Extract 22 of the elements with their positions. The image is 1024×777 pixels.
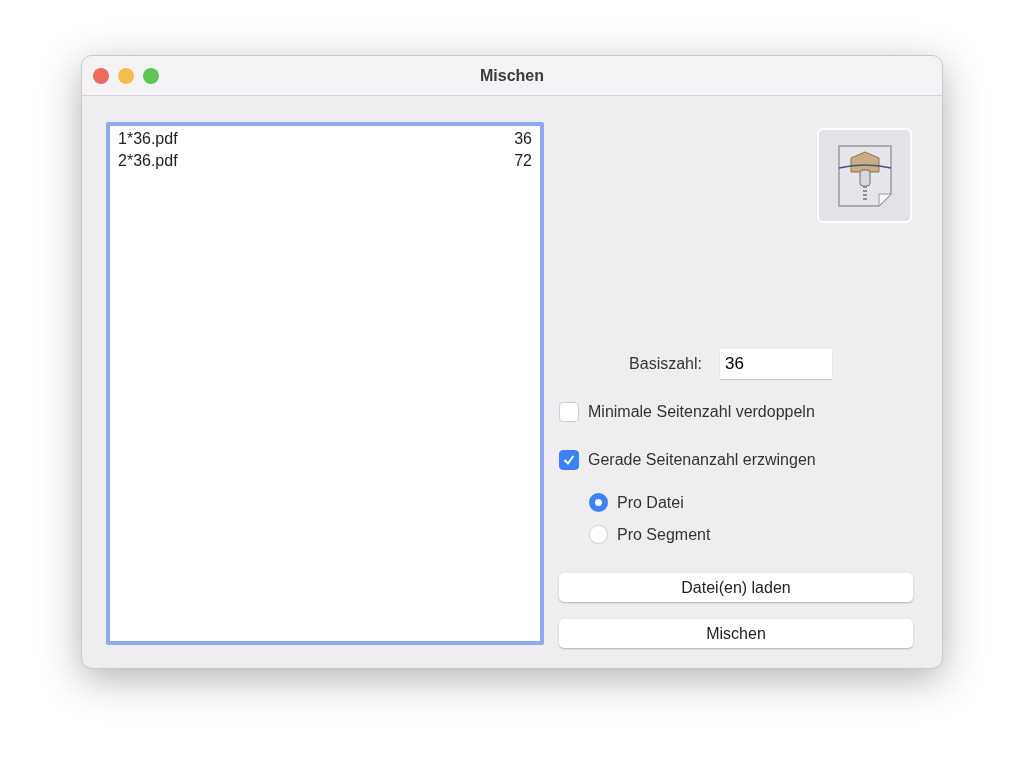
archive-file-icon (836, 143, 893, 208)
basiszahl-label: Basiszahl: (628, 355, 702, 373)
file-list[interactable]: 1*36.pdf 36 2*36.pdf 72 (106, 122, 544, 645)
basiszahl-field[interactable]: 36 (720, 349, 832, 379)
push-button[interactable]: Datei(en) laden (559, 573, 913, 602)
checkbox[interactable] (559, 402, 579, 422)
checkmark-icon (562, 453, 576, 467)
push-button[interactable]: Mischen (559, 619, 913, 648)
checkbox-label: Gerade Seitenanzahl erzwingen (588, 451, 816, 469)
checkbox[interactable] (559, 450, 579, 470)
file-name: 2*36.pdf (118, 151, 178, 171)
zoom-button[interactable] (143, 68, 159, 84)
page-count: 72 (514, 151, 532, 171)
minimize-button[interactable] (118, 68, 134, 84)
page-count: 36 (514, 129, 532, 149)
checkbox-label: Minimale Seitenzahl verdoppeln (588, 403, 815, 421)
close-button[interactable] (93, 68, 109, 84)
radio-label: Pro Segment (617, 525, 711, 544)
radio-label: Pro Datei (617, 493, 684, 512)
radio-button[interactable] (589, 493, 608, 512)
file-name: 1*36.pdf (118, 129, 178, 149)
window-title: Mischen (480, 66, 544, 85)
